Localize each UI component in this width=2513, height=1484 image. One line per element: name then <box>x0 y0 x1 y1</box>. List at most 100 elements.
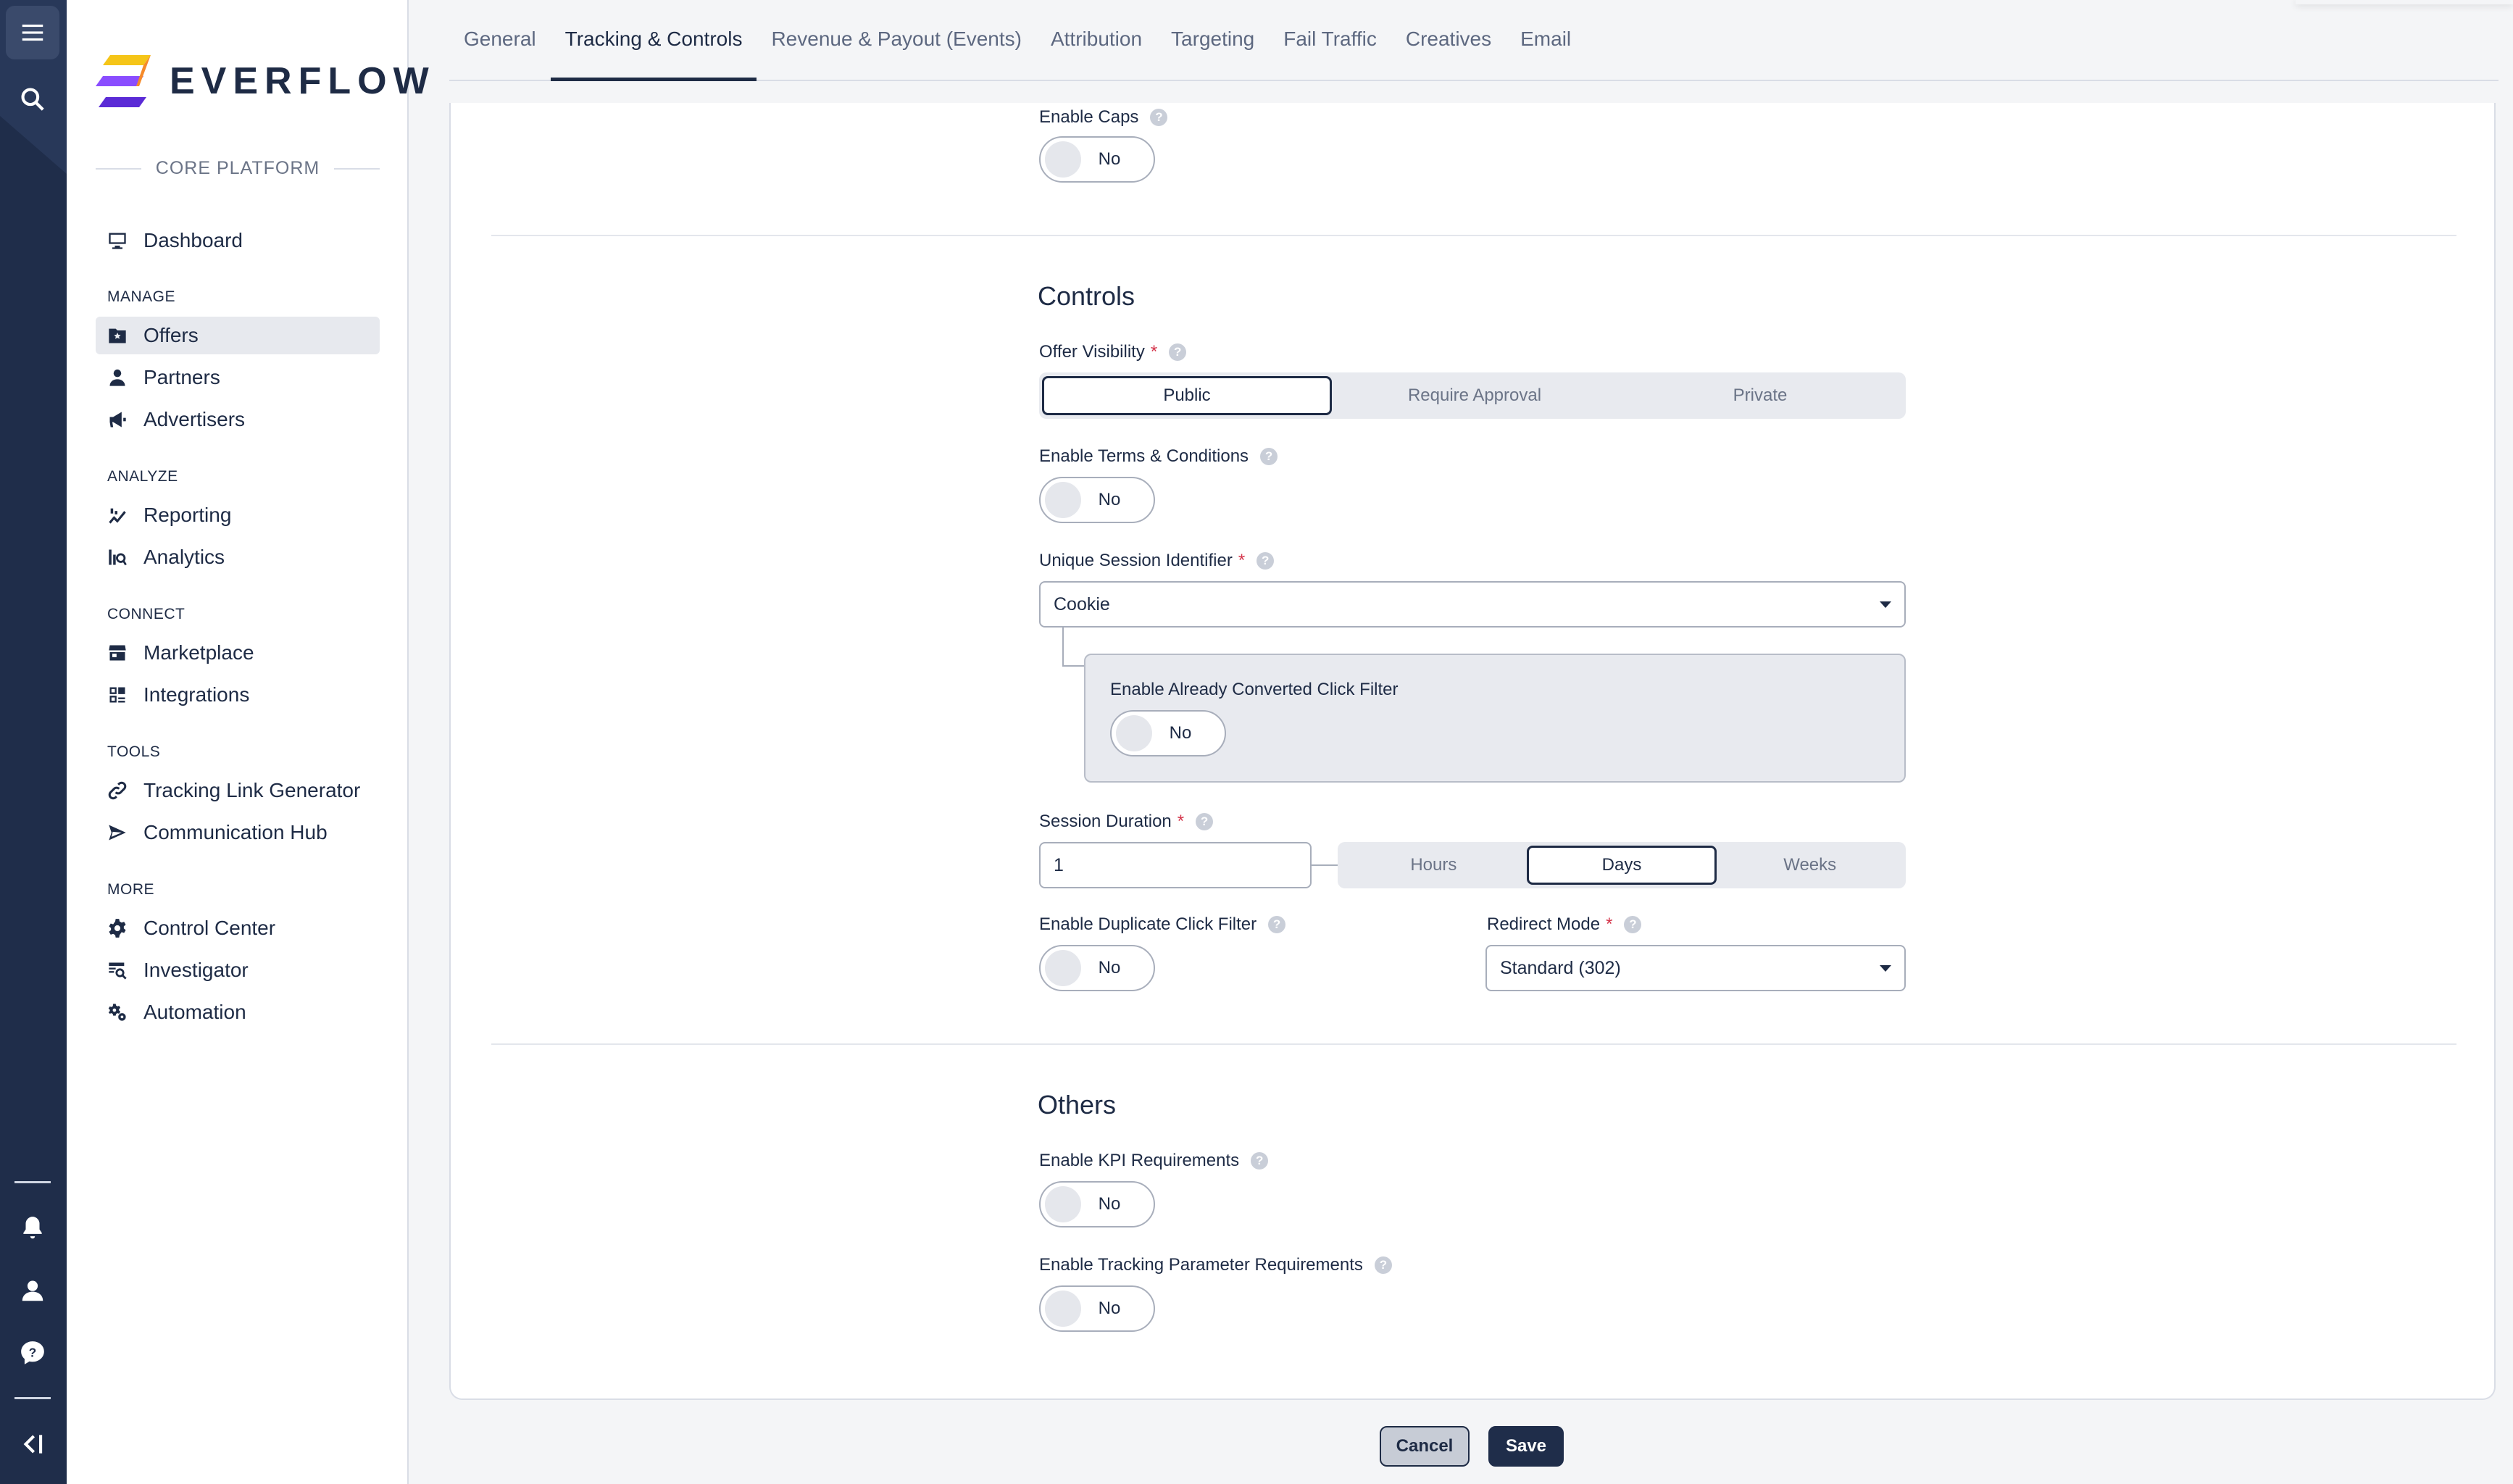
help-icon[interactable]: ? <box>1150 109 1168 126</box>
sidebar-item-tracking-link-generator[interactable]: Tracking Link Generator <box>96 772 380 809</box>
terms-label: Enable Terms & Conditions? <box>1039 446 1278 467</box>
sidebar-item-label: Dashboard <box>143 229 243 251</box>
menu-button[interactable] <box>6 6 59 59</box>
sidebar-item-marketplace[interactable]: Marketplace <box>96 634 380 672</box>
cancel-button[interactable]: Cancel <box>1380 1426 1470 1467</box>
help-icon[interactable]: ? <box>1624 916 1642 933</box>
toggle-knob <box>1045 482 1081 518</box>
sidebar-item-analytics[interactable]: Analytics <box>96 538 380 576</box>
icon-rail: ? <box>0 0 67 1484</box>
redirect-mode-label: Redirect Mode *? <box>1487 914 1642 935</box>
required-mark: * <box>1150 342 1158 362</box>
field-label: Enable Caps <box>1039 107 1139 127</box>
tab-targeting[interactable]: Targeting <box>1157 0 1269 80</box>
tab-creatives[interactable]: Creatives <box>1391 0 1506 80</box>
sidebar-item-control-center[interactable]: Control Center <box>96 909 380 947</box>
controls-heading: Controls <box>1038 281 1135 311</box>
chevron-down-icon <box>1880 601 1891 608</box>
tracking-params-label: Enable Tracking Parameter Requirements? <box>1039 1255 1392 1275</box>
sidebar-item-investigator[interactable]: Investigator <box>96 951 380 989</box>
chevron-down-icon <box>1880 964 1891 972</box>
tab-tracking-controls[interactable]: Tracking & Controls <box>550 0 757 81</box>
visibility-option-private[interactable]: Private <box>1617 376 1903 415</box>
user-icon <box>22 1280 43 1301</box>
section-label-manage: MANAGE <box>107 288 176 305</box>
field-label: Enable Already Converted Click Filter <box>1110 680 1399 699</box>
profile-button[interactable] <box>6 1264 59 1317</box>
gear-icon <box>109 919 126 938</box>
integrations-icon <box>109 687 125 703</box>
search-button[interactable] <box>6 72 59 126</box>
automation-gears-icon <box>108 1004 126 1021</box>
tab-general[interactable]: General <box>449 0 551 80</box>
sidebar-item-partners[interactable]: Partners <box>96 359 380 396</box>
platform-text: CORE PLATFORM <box>155 158 320 178</box>
duration-unit-days[interactable]: Days <box>1526 846 1717 885</box>
field-label: Enable Duplicate Click Filter <box>1039 914 1257 934</box>
converted-click-filter-label: Enable Already Converted Click Filter <box>1110 680 1399 700</box>
tab-fail-traffic[interactable]: Fail Traffic <box>1269 0 1391 80</box>
converted-click-filter-panel: Enable Already Converted Click Filter No <box>1084 654 1906 783</box>
collapse-icon <box>23 1435 43 1454</box>
duration-connector-line <box>1312 864 1338 866</box>
send-icon <box>109 825 126 841</box>
sidebar-item-label: Reporting <box>143 504 232 526</box>
sidebar-item-advertisers[interactable]: Advertisers <box>96 401 380 438</box>
sidebar-item-label: Automation <box>143 1001 246 1023</box>
session-duration-input[interactable]: 1 <box>1039 842 1312 888</box>
help-chat-icon: ? <box>21 1341 44 1364</box>
duplicate-click-filter-label: Enable Duplicate Click Filter? <box>1039 914 1286 935</box>
section-divider <box>491 1043 2456 1045</box>
visibility-option-public[interactable]: Public <box>1042 376 1332 415</box>
duration-unit-hours[interactable]: Hours <box>1341 846 1527 885</box>
help-button[interactable]: ? <box>6 1326 59 1380</box>
help-icon[interactable]: ? <box>1260 448 1278 465</box>
tab-attribution[interactable]: Attribution <box>1036 0 1157 80</box>
duration-unit-weeks[interactable]: Weeks <box>1717 846 1903 885</box>
enable-caps-toggle[interactable]: No <box>1039 136 1155 183</box>
help-icon[interactable]: ? <box>1374 1256 1392 1274</box>
sidebar-item-integrations[interactable]: Integrations <box>96 676 380 714</box>
tracking-params-toggle[interactable]: No <box>1039 1285 1155 1332</box>
form-card: Enable Caps? No Controls Offer Visibilit… <box>449 103 2496 1400</box>
help-icon[interactable]: ? <box>1196 813 1214 830</box>
notifications-button[interactable] <box>6 1201 59 1255</box>
bell-icon <box>23 1217 42 1239</box>
terms-toggle[interactable]: No <box>1039 477 1155 523</box>
sidebar-item-automation[interactable]: Automation <box>96 993 380 1031</box>
analytics-icon <box>109 549 127 566</box>
toggle-knob <box>1116 715 1152 751</box>
collapse-sidebar-button[interactable] <box>6 1417 59 1471</box>
session-identifier-select[interactable]: Cookie <box>1039 581 1906 628</box>
monitor-icon <box>109 233 126 249</box>
field-label: Offer Visibility <box>1039 342 1145 362</box>
help-icon[interactable]: ? <box>1251 1152 1269 1170</box>
toggle-knob <box>1045 1186 1081 1222</box>
field-label: Unique Session Identifier <box>1039 551 1233 570</box>
brand-logo[interactable]: EVERFLOW <box>96 55 435 107</box>
star-box-icon <box>109 328 126 343</box>
sidebar-item-dashboard[interactable]: Dashboard <box>96 222 380 259</box>
platform-label: CORE PLATFORM <box>96 158 380 179</box>
tab-email[interactable]: Email <box>1506 0 1585 80</box>
section-label-connect: CONNECT <box>107 606 186 622</box>
sidebar-item-reporting[interactable]: Reporting <box>96 496 380 534</box>
select-value: Standard (302) <box>1500 957 1621 978</box>
sidebar-item-offers[interactable]: Offers <box>96 317 380 354</box>
duplicate-click-filter-toggle[interactable]: No <box>1039 945 1155 991</box>
everflow-logo-icon <box>96 55 151 107</box>
redirect-mode-select[interactable]: Standard (302) <box>1485 945 1906 991</box>
converted-click-filter-toggle[interactable]: No <box>1110 710 1226 756</box>
tab-revenue-payout[interactable]: Revenue & Payout (Events) <box>757 0 1036 80</box>
toggle-knob <box>1045 141 1081 178</box>
help-icon[interactable]: ? <box>1256 552 1275 570</box>
sidebar-item-communication-hub[interactable]: Communication Hub <box>96 814 380 851</box>
save-button[interactable]: Save <box>1488 1426 1564 1467</box>
help-icon[interactable]: ? <box>1169 343 1187 361</box>
hamburger-icon <box>22 24 43 41</box>
kpi-toggle[interactable]: No <box>1039 1181 1155 1227</box>
sidebar: EVERFLOW CORE PLATFORM Dashboard MANAGE … <box>67 0 429 1484</box>
select-value: Cookie <box>1054 593 1110 614</box>
help-icon[interactable]: ? <box>1268 916 1286 933</box>
visibility-option-require-approval[interactable]: Require Approval <box>1332 376 1617 415</box>
